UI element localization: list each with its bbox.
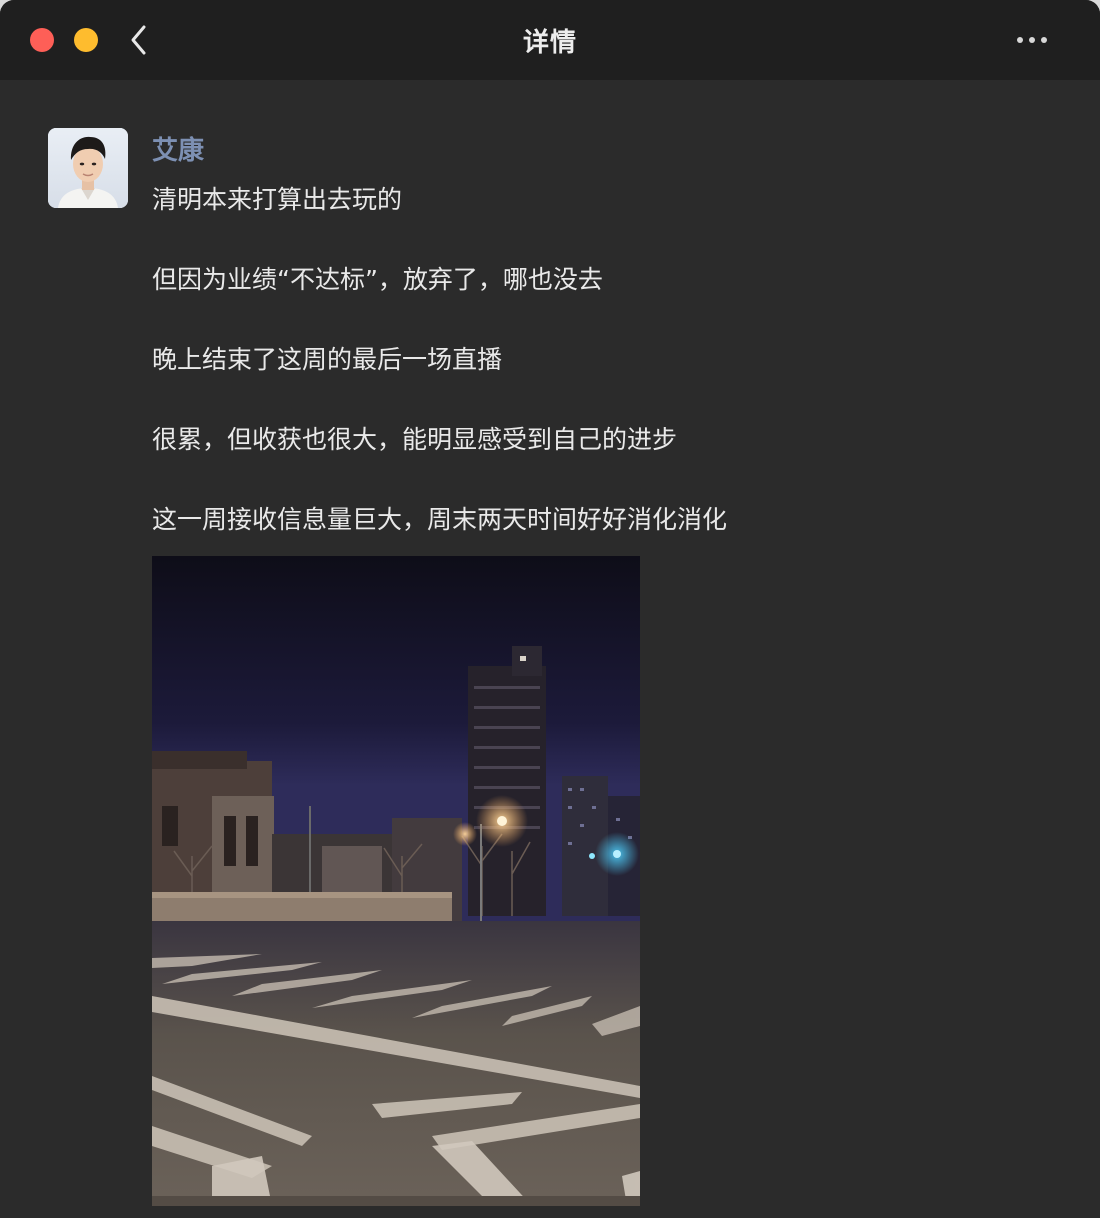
ellipsis-icon <box>1017 37 1047 43</box>
post-detail: 艾康 清明本来打算出去玩的 但因为业绩“不达标”，放弃了，哪也没去 晚上结束了这… <box>0 80 1100 1218</box>
author-name[interactable]: 艾康 <box>152 130 204 167</box>
avatar[interactable] <box>48 128 128 208</box>
app-window: 详情 艾康 清明本来打算出去玩的 但因为业绩“不达标”，放弃了，哪也没去 晚上结… <box>0 0 1100 1218</box>
post-text-line: 很累，但收获也很大，能明显感受到自己的进步 <box>152 425 678 454</box>
window-title: 详情 <box>522 28 577 58</box>
title-bar: 详情 <box>0 0 1100 80</box>
post-photo[interactable] <box>152 556 640 1206</box>
night-street-photo <box>152 556 640 1206</box>
avatar-portrait-image <box>48 128 128 208</box>
post-body: 清明本来打算出去玩的 但因为业绩“不达标”，放弃了，哪也没去 晚上结束了这周的最… <box>152 180 727 540</box>
post-text-line: 晚上结束了这周的最后一场直播 <box>152 345 503 374</box>
post-text-line: 这一周接收信息量巨大，周末两天时间好好消化消化 <box>152 505 728 534</box>
post-text-line: 清明本来打算出去玩的 <box>152 185 403 214</box>
more-options-button[interactable] <box>1012 26 1052 54</box>
post-text-line: 但因为业绩“不达标”，放弃了，哪也没去 <box>152 265 603 294</box>
